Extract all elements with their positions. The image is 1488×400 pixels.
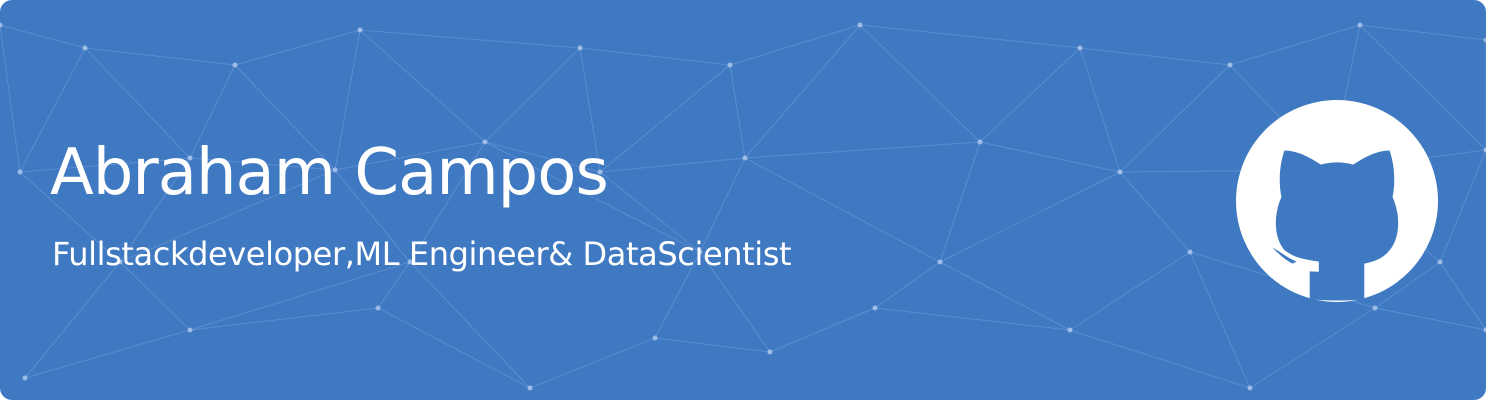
profile-tagline: Fullstackdeveloper,ML Engineer& DataScie… bbox=[52, 235, 792, 273]
profile-name: Abraham Campos bbox=[50, 136, 609, 210]
github-icon[interactable] bbox=[1236, 100, 1438, 302]
profile-banner: Abraham Campos Fullstackdeveloper,ML Eng… bbox=[0, 0, 1486, 400]
